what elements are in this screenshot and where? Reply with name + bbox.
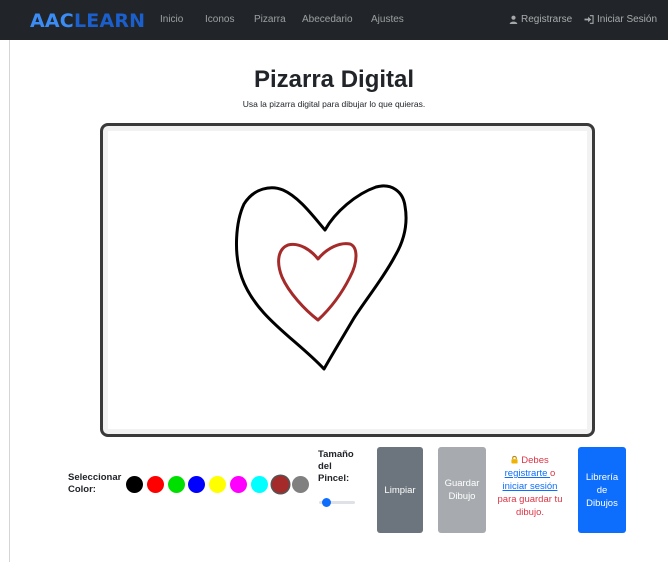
color-swatch-9[interactable] xyxy=(292,476,310,493)
brand-part1: AAC xyxy=(30,10,74,32)
drawing-canvas[interactable] xyxy=(108,131,587,429)
color-swatch-2[interactable] xyxy=(146,476,164,493)
black-heart-stroke xyxy=(234,184,408,371)
color-label: Seleccionar Color: xyxy=(68,472,122,495)
clear-label: Limpiar xyxy=(384,484,416,496)
login-link[interactable]: Iniciar Sesión xyxy=(584,14,657,25)
login-notice-link[interactable]: iniciar sesión xyxy=(503,481,558,492)
color-swatch-4[interactable] xyxy=(188,476,206,493)
nav-link-iconos[interactable]: Iconos xyxy=(205,14,234,25)
nav-link-inicio[interactable]: Inicio xyxy=(160,14,183,25)
page-title: Pizarra Digital xyxy=(253,66,415,93)
sign-in-icon xyxy=(584,15,594,24)
notice-prefix: Debes xyxy=(521,455,549,466)
drawing-library-button[interactable]: Librería de Dibujos xyxy=(578,447,626,533)
brush-size-slider[interactable] xyxy=(319,498,355,507)
register-notice-link[interactable]: registrarte xyxy=(505,468,550,479)
lock-icon xyxy=(511,455,518,464)
clear-button[interactable]: Limpiar xyxy=(377,447,423,533)
slider-thumb[interactable] xyxy=(321,498,331,507)
red-heart-stroke xyxy=(277,242,358,322)
save-label: Guardar Dibujo xyxy=(444,478,480,502)
content-border xyxy=(9,40,10,562)
page: AACLEARN Inicio Iconos Pizarra Abecedari… xyxy=(0,0,668,562)
nav-link-pizarra[interactable]: Pizarra xyxy=(254,14,286,25)
brand-logo[interactable]: AACLEARN xyxy=(30,10,145,32)
drawing-board[interactable] xyxy=(100,123,595,437)
notice-or: o xyxy=(550,468,556,479)
library-label: Librería de Dibujos xyxy=(585,471,619,509)
color-swatch-5[interactable] xyxy=(209,476,227,493)
nav-link-abecedario[interactable]: Abecedario xyxy=(302,14,353,25)
brush-size-label: Tamaño del Pincel: xyxy=(318,449,354,484)
navbar: AACLEARN Inicio Iconos Pizarra Abecedari… xyxy=(0,0,668,40)
notice-suffix: para guardar tu dibujo. xyxy=(497,494,563,518)
brand-part2: LEARN xyxy=(73,10,146,32)
login-label: Iniciar Sesión xyxy=(597,14,658,25)
user-icon xyxy=(509,15,518,24)
register-link[interactable]: Registrarse xyxy=(509,14,572,25)
color-swatch-1[interactable] xyxy=(126,476,143,493)
color-swatch-8[interactable] xyxy=(271,476,289,493)
save-drawing-button[interactable]: Guardar Dibujo xyxy=(438,447,486,533)
login-required-notice: Debes registrarte o iniciar sesión para … xyxy=(494,454,566,519)
color-swatch-7[interactable] xyxy=(250,476,268,493)
drawing-strokes xyxy=(234,184,408,371)
color-swatch-6[interactable] xyxy=(230,476,247,493)
register-label: Registrarse xyxy=(521,14,573,25)
nav-link-ajustes[interactable]: Ajustes xyxy=(371,14,404,25)
page-subtitle: Usa la pizarra digital para dibujar lo q… xyxy=(242,99,426,109)
color-swatch-3[interactable] xyxy=(167,476,185,493)
